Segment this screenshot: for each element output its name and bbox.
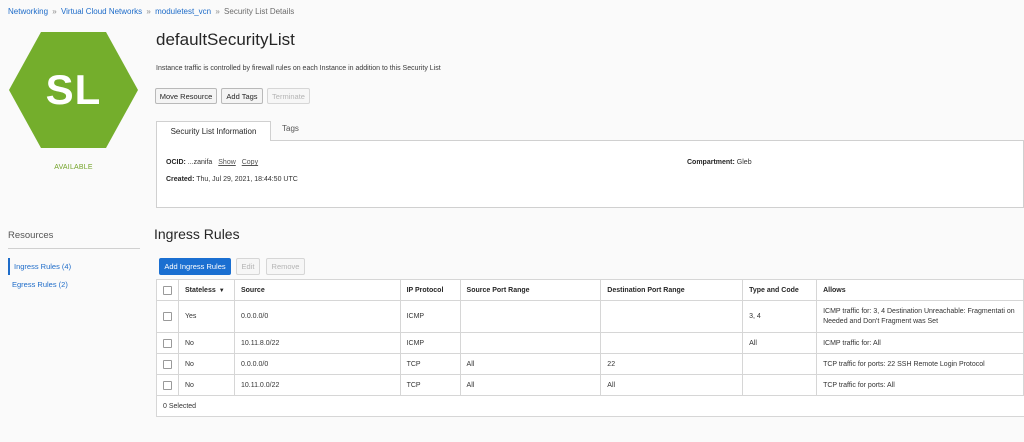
cell-source: 0.0.0.0/0 [233, 353, 401, 375]
cell-stateless: No [178, 353, 235, 375]
ocid-label: OCID: [166, 159, 186, 166]
created-label: Created: [166, 176, 195, 183]
selected-count: 0 Selected [156, 395, 1024, 417]
cell-allows: TCP traffic for ports: All [816, 374, 1024, 396]
cell-destination-port-range: All [600, 374, 744, 396]
sort-down-icon: ▼ [218, 287, 225, 294]
cell-stateless: No [178, 374, 235, 396]
resources-title: Resources [8, 230, 54, 241]
table-row: Yes 0.0.0.0/0 ICMP 3, 4 ICMP traffic for… [156, 300, 1024, 333]
status-badge: AVAILABLE [54, 164, 93, 171]
breadcrumb-current: Security List Details [224, 7, 295, 16]
select-all-cell [156, 279, 179, 301]
cell-type-and-code: All [742, 332, 818, 354]
table-header-row: Stateless ▼ Source IP Protocol Source Por… [156, 279, 1024, 301]
move-resource-button[interactable]: Move Resource [155, 88, 217, 104]
cell-destination-port-range [600, 332, 744, 354]
cell-stateless: No [178, 332, 235, 354]
cell-source-port-range: All [459, 374, 602, 396]
cell-source: 0.0.0.0/0 [233, 300, 401, 333]
cell-destination-port-range [600, 300, 744, 333]
cell-allows: TCP traffic for ports: 22 SSH Remote Log… [816, 353, 1024, 375]
logo-initials: SL [45, 66, 102, 113]
cell-source: 10.11.0.0/22 [233, 374, 401, 396]
column-header-type-and-code: Type and Code [742, 279, 818, 301]
row-checkbox[interactable] [163, 359, 172, 369]
table-row: No 10.11.8.0/22 ICMP All ICMP traffic fo… [156, 332, 1024, 354]
row-checkbox[interactable] [163, 338, 172, 348]
remove-button[interactable]: Remove [266, 258, 305, 275]
resource-logo: SL [8, 30, 139, 150]
cell-type-and-code [742, 353, 818, 375]
cell-source-port-range: All [459, 353, 602, 375]
table-row: No 10.11.0.0/22 TCP All All TCP traffic … [156, 374, 1024, 396]
breadcrumb-vcns[interactable]: Virtual Cloud Networks [61, 7, 142, 16]
row-checkbox[interactable] [163, 380, 172, 390]
ingress-rules-table: Stateless ▼ Source IP Protocol Source Por… [156, 279, 1024, 417]
page-title: defaultSecurityList [156, 30, 295, 49]
cell-stateless: Yes [178, 300, 235, 333]
cell-allows: ICMP traffic for: All [816, 332, 1024, 354]
cell-type-and-code: 3, 4 [742, 300, 818, 333]
breadcrumb-separator: » [52, 7, 57, 16]
ocid-copy-link[interactable]: Copy [242, 159, 258, 166]
cell-source: 10.11.8.0/22 [233, 332, 401, 354]
page-description: Instance traffic is controlled by firewa… [156, 65, 441, 72]
cell-allows: ICMP traffic for: 3, 4 Destination Unrea… [816, 300, 1024, 333]
cell-ip-protocol: ICMP [399, 300, 461, 333]
cell-source-port-range [459, 332, 602, 354]
row-select-cell [156, 374, 179, 396]
terminate-button[interactable]: Terminate [267, 88, 310, 104]
created-row: Created: Thu, Jul 29, 2021, 18:44:50 UTC [166, 176, 298, 183]
cell-source-port-range [459, 300, 602, 333]
resource-egress-rules[interactable]: Egress Rules (2) [8, 276, 140, 293]
info-panel: OCID: ...zanifa Show Copy Created: Thu, … [156, 140, 1024, 208]
compartment-label: Compartment: [687, 159, 735, 166]
column-header-source: Source [233, 279, 401, 301]
divider [8, 248, 140, 249]
column-header-stateless[interactable]: Stateless ▼ [178, 279, 235, 301]
cell-ip-protocol: TCP [399, 353, 461, 375]
created-value: Thu, Jul 29, 2021, 18:44:50 UTC [196, 176, 298, 183]
row-checkbox[interactable] [163, 312, 172, 321]
cell-ip-protocol: ICMP [399, 332, 461, 354]
compartment-row: Compartment: Gleb [687, 159, 752, 166]
table-row: No 0.0.0.0/0 TCP All 22 TCP traffic for … [156, 353, 1024, 375]
select-all-checkbox[interactable] [163, 285, 172, 295]
ocid-row: OCID: ...zanifa Show Copy [166, 159, 258, 166]
row-select-cell [156, 353, 179, 375]
column-header-allows: Allows [816, 279, 1024, 301]
breadcrumb-networking[interactable]: Networking [8, 7, 48, 16]
column-header-source-port-range: Source Port Range [459, 279, 602, 301]
tab-tags[interactable]: Tags [282, 124, 299, 133]
breadcrumb: Networking » Virtual Cloud Networks » mo… [8, 7, 294, 16]
breadcrumb-vcn[interactable]: moduletest_vcn [155, 7, 211, 16]
cell-ip-protocol: TCP [399, 374, 461, 396]
tab-security-list-information[interactable]: Security List Information [156, 121, 271, 141]
ocid-show-link[interactable]: Show [218, 159, 236, 166]
add-ingress-rules-button[interactable]: Add Ingress Rules [159, 258, 231, 275]
ocid-value: ...zanifa [187, 159, 213, 166]
column-header-label: Stateless [185, 286, 216, 294]
column-header-ip-protocol: IP Protocol [399, 279, 461, 301]
breadcrumb-separator: » [215, 7, 220, 16]
breadcrumb-separator: » [146, 7, 151, 16]
cell-destination-port-range: 22 [600, 353, 744, 375]
row-select-cell [156, 332, 179, 354]
edit-button[interactable]: Edit [236, 258, 260, 275]
ingress-rules-title: Ingress Rules [154, 226, 240, 242]
row-select-cell [156, 300, 179, 333]
add-tags-button[interactable]: Add Tags [221, 88, 263, 104]
compartment-value: Gleb [736, 159, 752, 166]
cell-type-and-code [742, 374, 818, 396]
table-footer-row: 0 Selected [156, 395, 1024, 417]
column-header-destination-port-range: Destination Port Range [600, 279, 744, 301]
resource-ingress-rules[interactable]: Ingress Rules (4) [8, 258, 140, 275]
